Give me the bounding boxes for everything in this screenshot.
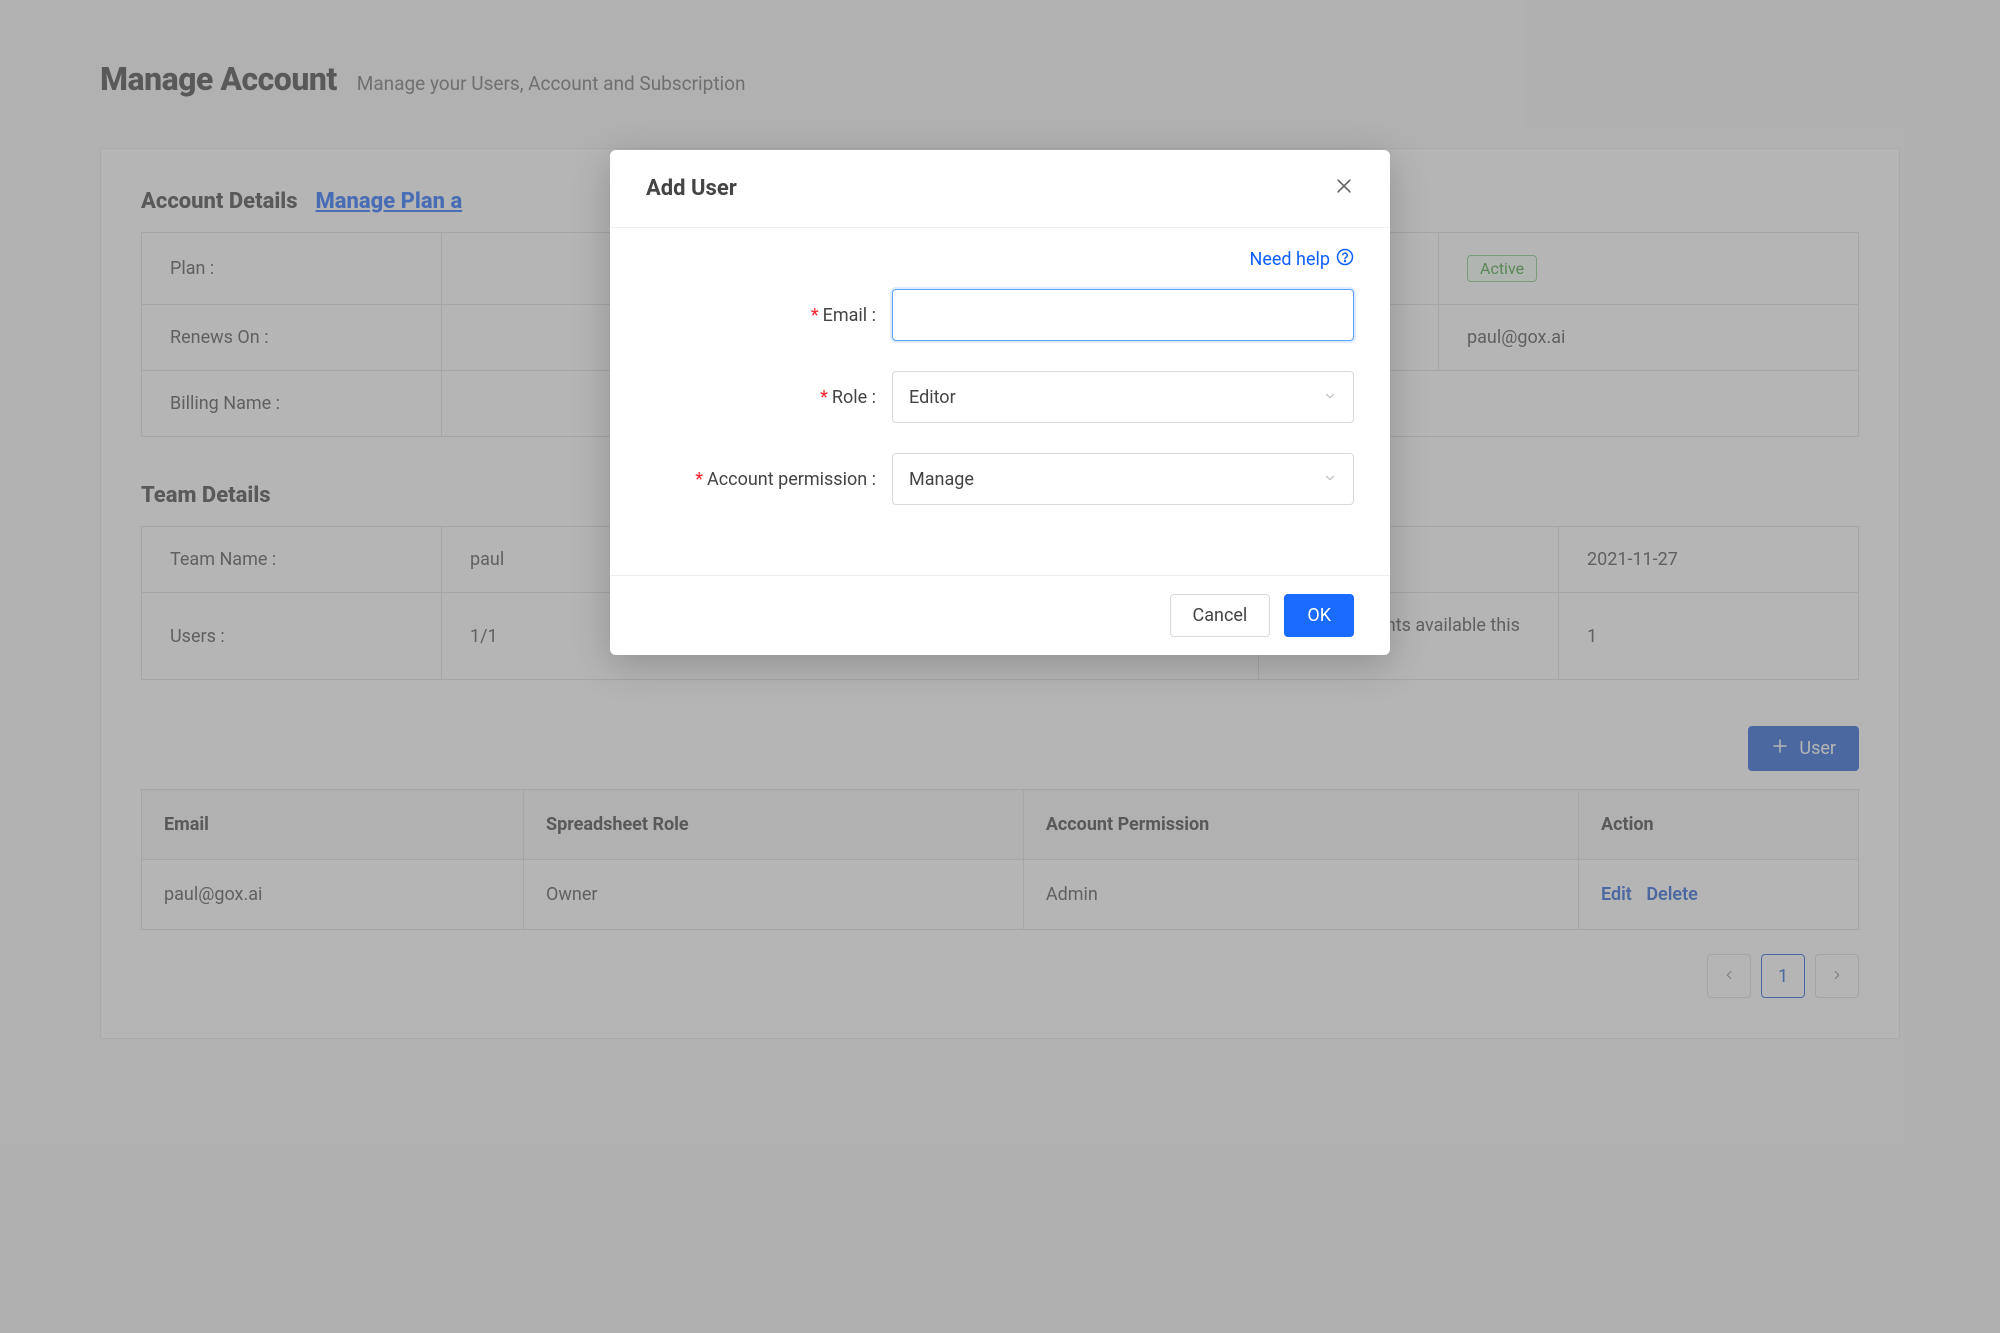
cancel-button[interactable]: Cancel bbox=[1170, 594, 1271, 637]
required-asterisk: * bbox=[820, 387, 828, 408]
ok-button-label: OK bbox=[1307, 605, 1331, 626]
modal-close-button[interactable] bbox=[1334, 176, 1354, 201]
permission-label: *Account permission : bbox=[646, 469, 892, 490]
permission-select[interactable]: Manage bbox=[892, 453, 1354, 505]
close-icon bbox=[1334, 177, 1354, 201]
add-user-modal: Add User Need help bbox=[610, 150, 1390, 655]
required-asterisk: * bbox=[695, 469, 703, 490]
modal-body: Need help *Email : bbox=[610, 228, 1390, 575]
role-label: *Role : bbox=[646, 387, 892, 408]
email-input[interactable] bbox=[909, 290, 1337, 340]
required-asterisk: * bbox=[811, 305, 819, 326]
chevron-down-icon bbox=[1323, 387, 1337, 408]
question-circle-icon bbox=[1336, 248, 1354, 271]
cancel-button-label: Cancel bbox=[1193, 605, 1248, 626]
need-help-label: Need help bbox=[1250, 249, 1331, 270]
modal-footer: Cancel OK bbox=[610, 575, 1390, 655]
need-help-link[interactable]: Need help bbox=[1250, 248, 1355, 271]
role-select[interactable]: Editor bbox=[892, 371, 1354, 423]
permission-select-value: Manage bbox=[909, 469, 974, 490]
email-input-wrapper bbox=[892, 289, 1354, 341]
modal-title: Add User bbox=[646, 176, 737, 201]
email-label: *Email : bbox=[646, 305, 892, 326]
form-row-permission: *Account permission : Manage bbox=[646, 453, 1354, 505]
modal-overlay[interactable]: Add User Need help bbox=[0, 0, 2000, 1333]
ok-button[interactable]: OK bbox=[1284, 594, 1354, 637]
modal-header: Add User bbox=[610, 150, 1390, 228]
form-row-email: *Email : bbox=[646, 289, 1354, 341]
help-row: Need help bbox=[646, 248, 1354, 271]
role-select-value: Editor bbox=[909, 387, 956, 408]
chevron-down-icon bbox=[1323, 469, 1337, 490]
form-row-role: *Role : Editor bbox=[646, 371, 1354, 423]
